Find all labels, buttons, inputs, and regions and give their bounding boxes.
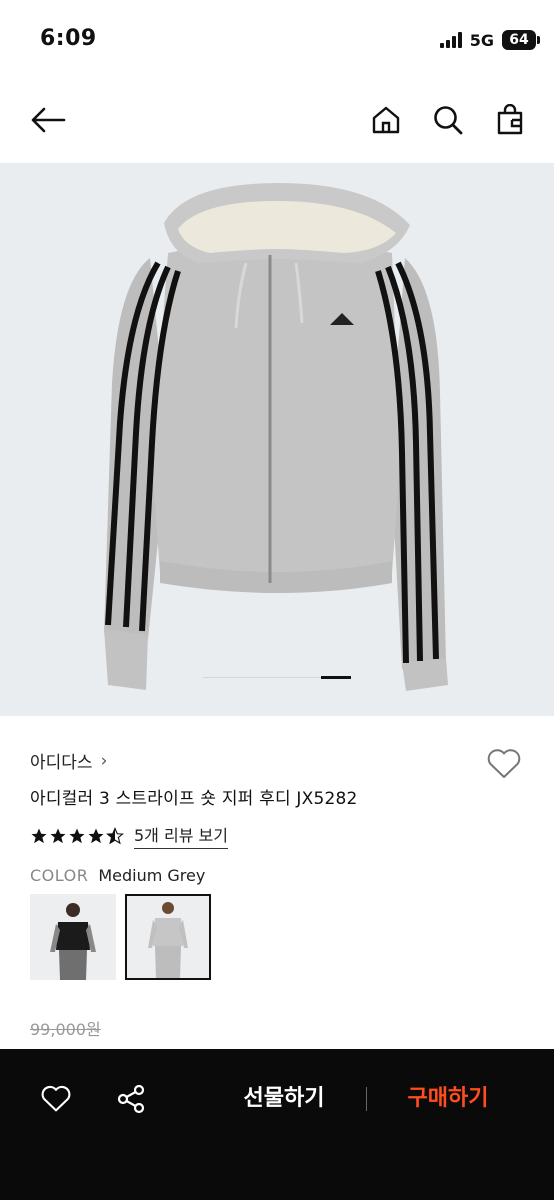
review-link[interactable]: 5개 리뷰 보기 — [134, 822, 228, 849]
arrow-left-icon — [31, 107, 66, 133]
product-title: 아디컬러 3 스트라이프 숏 지퍼 후디 JX5282 — [30, 789, 358, 809]
color-label: COLOR — [30, 866, 89, 885]
buy-button[interactable]: 구매하기 — [388, 1081, 508, 1117]
product-image-carousel[interactable] — [0, 163, 554, 716]
star-icon — [50, 828, 66, 843]
color-value: Medium Grey — [98, 866, 206, 885]
search-icon — [434, 106, 463, 135]
battery-icon: 64 — [502, 30, 540, 50]
color-swatches — [30, 894, 211, 980]
signal-icon — [439, 32, 462, 48]
brand-name: 아디다스 — [30, 753, 93, 773]
top-nav — [0, 80, 554, 160]
network-type: 5G — [469, 30, 494, 50]
share-icon — [117, 1084, 145, 1114]
carousel-active-slide — [321, 676, 351, 679]
search-button[interactable] — [426, 98, 470, 142]
color-row: COLOR Medium Grey — [30, 866, 205, 885]
rating-row: 5개 리뷰 보기 — [30, 822, 228, 849]
back-button[interactable] — [26, 98, 70, 142]
original-price: 99,000원 — [30, 1020, 101, 1039]
star-icon — [88, 828, 104, 843]
wishlist-button[interactable] — [482, 742, 526, 786]
wishlist-bottom-button[interactable] — [34, 1077, 78, 1121]
swatch-image — [148, 902, 188, 980]
heart-icon — [41, 1085, 71, 1112]
swatch-black-variant[interactable] — [30, 894, 116, 980]
shopping-bag-icon — [497, 104, 523, 135]
hoodie-illustration — [104, 183, 448, 691]
star-icon — [69, 828, 85, 843]
swatch-image — [50, 903, 96, 980]
battery-level: 64 — [509, 32, 529, 48]
status-bar: 6:09 5G 64 — [0, 0, 554, 80]
chevron-right-icon: › — [100, 750, 108, 771]
home-icon — [372, 106, 400, 134]
star-icon — [31, 828, 47, 843]
swatch-medium-grey-variant[interactable] — [125, 894, 211, 980]
half-star-icon — [106, 826, 124, 844]
divider — [366, 1087, 367, 1111]
heart-icon — [487, 749, 521, 778]
home-button[interactable] — [364, 98, 408, 142]
carousel-indicator — [203, 676, 351, 679]
cart-button[interactable] — [488, 98, 532, 142]
bottom-action-bar: 선물하기 구매하기 — [0, 1049, 554, 1200]
share-button[interactable] — [110, 1077, 154, 1121]
star-rating — [30, 826, 124, 845]
brand-link[interactable]: 아디다스 › — [30, 748, 108, 774]
status-indicators: 5G 64 — [439, 30, 540, 50]
status-time: 6:09 — [40, 26, 97, 51]
gift-button[interactable]: 선물하기 — [224, 1081, 344, 1117]
